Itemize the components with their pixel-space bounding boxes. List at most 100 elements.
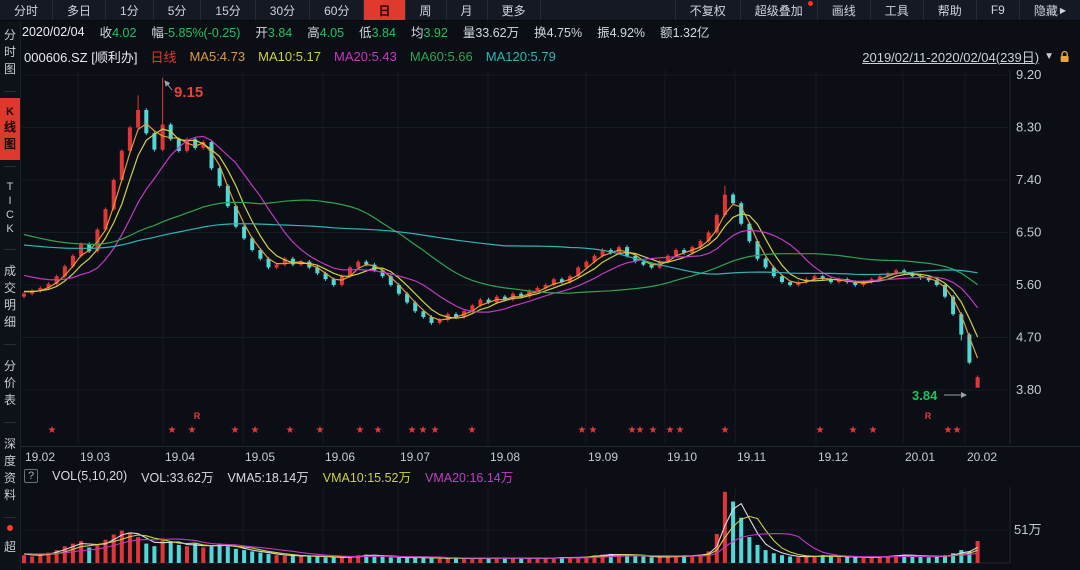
toolbar-tab-1分[interactable]: 1分 xyxy=(106,0,154,20)
quote-field-开: 开3.84 xyxy=(255,26,293,40)
sidebar-divider xyxy=(4,517,16,518)
candlestick-chart[interactable]: 9.208.307.406.505.604.703.80★ ★ ★ ★ ★ ★ ★ ★ ★ ★ ★ ★… xyxy=(0,68,1080,446)
y-tick: 6.50 xyxy=(1016,225,1041,240)
y-tick: 5.60 xyxy=(1016,277,1041,292)
x-tick-19.05: 19.05 xyxy=(245,450,276,464)
toolbar-right-actions: 不复权 超级叠加 画线 工具 帮助 F9 隐藏 ▶ xyxy=(674,0,1080,20)
chevron-down-icon[interactable]: ▼ xyxy=(1044,51,1054,62)
quote-field-幅: 幅-5.85%(-0.25) xyxy=(151,26,241,40)
volume-bars-layer xyxy=(22,491,980,563)
ma-lines-layer xyxy=(23,122,979,359)
star-marker-icon: ★ xyxy=(849,425,858,436)
date-range-selector[interactable]: 2019/02/11-2020/02/04(239日) xyxy=(862,47,1039,66)
period-label: 日线 xyxy=(150,49,177,65)
r-marker: R xyxy=(194,411,201,421)
sidebar-item-成交明细[interactable]: 成交明细 xyxy=(0,256,20,338)
vol-grid-layer xyxy=(20,487,1011,564)
volume-chart[interactable]: 51万 xyxy=(0,485,1080,570)
sidebar-item-分价表[interactable]: 分价表 xyxy=(0,351,20,416)
toolbar-action-画线[interactable]: 画线 xyxy=(816,0,870,20)
notification-dot-icon xyxy=(7,525,13,531)
quote-field-振: 振4.92% xyxy=(597,26,646,40)
sidebar-item-深度资料[interactable]: 深度资料 xyxy=(0,429,20,511)
toolbar: 分时 多日 1分 5分 15分 30分 60分日周月更多 不复权 超级叠加 画线 工具 帮助 F9 隐藏… xyxy=(0,0,1080,21)
star-marker-icon: ★ xyxy=(316,425,325,436)
lock-icon[interactable] xyxy=(1059,50,1070,63)
quote-field-收: 收4.02 xyxy=(99,26,137,40)
toolbar-action-隐藏[interactable]: 隐藏 ▶ xyxy=(1018,0,1080,20)
x-tick-19.06: 19.06 xyxy=(325,450,356,464)
toolbar-tab-周[interactable]: 周 xyxy=(406,0,447,20)
star-marker-icon: ★ xyxy=(589,425,598,436)
star-marker-icon: ★ xyxy=(356,425,365,436)
toolbar-action-F9[interactable]: F9 xyxy=(975,0,1019,20)
quote-info-row: 2020/02/04 收4.02 幅-5.85%(-0.25) 开3.84 高4.05 低… xyxy=(22,21,1080,42)
quote-field-低: 低3.84 xyxy=(359,26,396,40)
toolbar-tab-5分[interactable]: 5分 xyxy=(154,0,202,20)
toolbar-action-帮助[interactable]: 帮助 xyxy=(922,0,976,20)
annotation-arrow xyxy=(164,80,173,91)
sidebar-item-分时图[interactable]: 分时图 xyxy=(0,20,20,85)
y-tick: 8.30 xyxy=(1016,120,1041,135)
star-marker-icon: ★ xyxy=(578,425,587,436)
x-tick-19.12: 19.12 xyxy=(818,450,849,464)
star-marker-icon: ★ xyxy=(649,425,658,436)
quote-date: 2020/02/04 xyxy=(22,24,85,39)
star-marker-icon: ★ xyxy=(666,425,675,436)
sidebar-item-超[interactable]: 超 xyxy=(0,532,20,563)
stock-chart-app: 分时 多日 1分 5分 15分 30分 60分日周月更多 不复权 超级叠加 画线 工具 帮助 F9 隐藏… xyxy=(0,0,1080,570)
sidebar-divider xyxy=(4,91,16,92)
ma-label-ma20: MA20:5.43 xyxy=(334,48,397,64)
vma-lines-layer xyxy=(23,502,978,560)
r-marker: R xyxy=(925,411,932,421)
ma-label-ma5: MA5:4.73 xyxy=(189,48,246,64)
toolbar-tab-更多[interactable]: 更多 xyxy=(488,0,541,20)
vol-legend-4: VMA20:16.14万 xyxy=(425,470,514,485)
ma-label-ma60: MA60:5.66 xyxy=(409,48,473,64)
star-marker-icon: ★ xyxy=(188,425,197,436)
toolbar-action-不复权[interactable]: 不复权 xyxy=(674,0,740,20)
toolbar-action-工具[interactable]: 工具 xyxy=(869,0,923,20)
x-tick-19.03: 19.03 xyxy=(80,450,111,464)
toolbar-action-超级叠加[interactable]: 超级叠加 xyxy=(739,0,817,20)
y-tick: 3.80 xyxy=(1016,382,1041,397)
star-marker-icon: ★ xyxy=(816,425,825,436)
symbol-name: 000606.SZ [顺利办] xyxy=(24,49,138,65)
quote-field-量: 量33.62万 xyxy=(462,26,520,40)
price-annotation: 9.15 xyxy=(174,84,203,101)
x-tick-19.10: 19.10 xyxy=(667,450,698,464)
star-marker-icon: ★ xyxy=(408,425,417,436)
ma-label-ma120: MA120:5.79 xyxy=(485,48,556,64)
sidebar-item-TICK[interactable]: TICK xyxy=(0,173,20,243)
x-tick-19.11: 19.11 xyxy=(737,450,767,464)
toolbar-tab-15分[interactable]: 15分 xyxy=(201,0,256,20)
y-tick: 9.20 xyxy=(1016,68,1041,82)
star-marker-icon: ★ xyxy=(676,425,685,436)
star-marker-icon: ★ xyxy=(286,425,295,436)
x-tick-19.02: 19.02 xyxy=(25,450,56,464)
vol-legend-0: VOL(5,10,20) xyxy=(52,469,128,483)
vol-legend-2: VMA5:18.14万 xyxy=(227,470,309,485)
x-tick-20.02: 20.02 xyxy=(967,450,998,464)
x-tick-19.07: 19.07 xyxy=(400,450,431,464)
toolbar-tab-60分[interactable]: 60分 xyxy=(310,0,365,20)
sidebar-item-K线图[interactable]: K线图 xyxy=(0,98,20,160)
toolbar-tab-多日[interactable]: 多日 xyxy=(53,0,107,20)
toolbar-tab-日[interactable]: 日 xyxy=(364,0,406,20)
star-marker-icon: ★ xyxy=(419,425,428,436)
toolbar-tab-月[interactable]: 月 xyxy=(447,0,488,20)
star-marker-icon: ★ xyxy=(636,425,645,436)
volume-header: ? VOL(5,10,20) VOL:33.62万 VMA5:18.14万 VMA10:… xyxy=(24,468,514,485)
sidebar-divider xyxy=(4,422,16,423)
toolbar-tab-30分[interactable]: 30分 xyxy=(256,0,311,20)
sidebar-divider xyxy=(4,344,16,345)
quote-field-额: 额1.32亿 xyxy=(660,26,710,40)
chart-header: 000606.SZ [顺利办] 日线 MA5:4.73 MA10:5.17 MA20… xyxy=(24,46,1070,66)
help-icon[interactable]: ? xyxy=(24,469,39,483)
period-tabs: 分时 多日 1分 5分 15分 30分 60分日周月更多 xyxy=(0,0,541,20)
x-tick-19.04: 19.04 xyxy=(165,450,196,464)
x-axis: 19.02 19.03 19.04 19.05 19.06 19.07 19.08 19.09… xyxy=(0,446,1080,468)
star-marker-icon: ★ xyxy=(944,425,953,436)
toolbar-tab-分时[interactable]: 分时 xyxy=(0,0,54,20)
y-tick: 4.70 xyxy=(1016,330,1041,345)
